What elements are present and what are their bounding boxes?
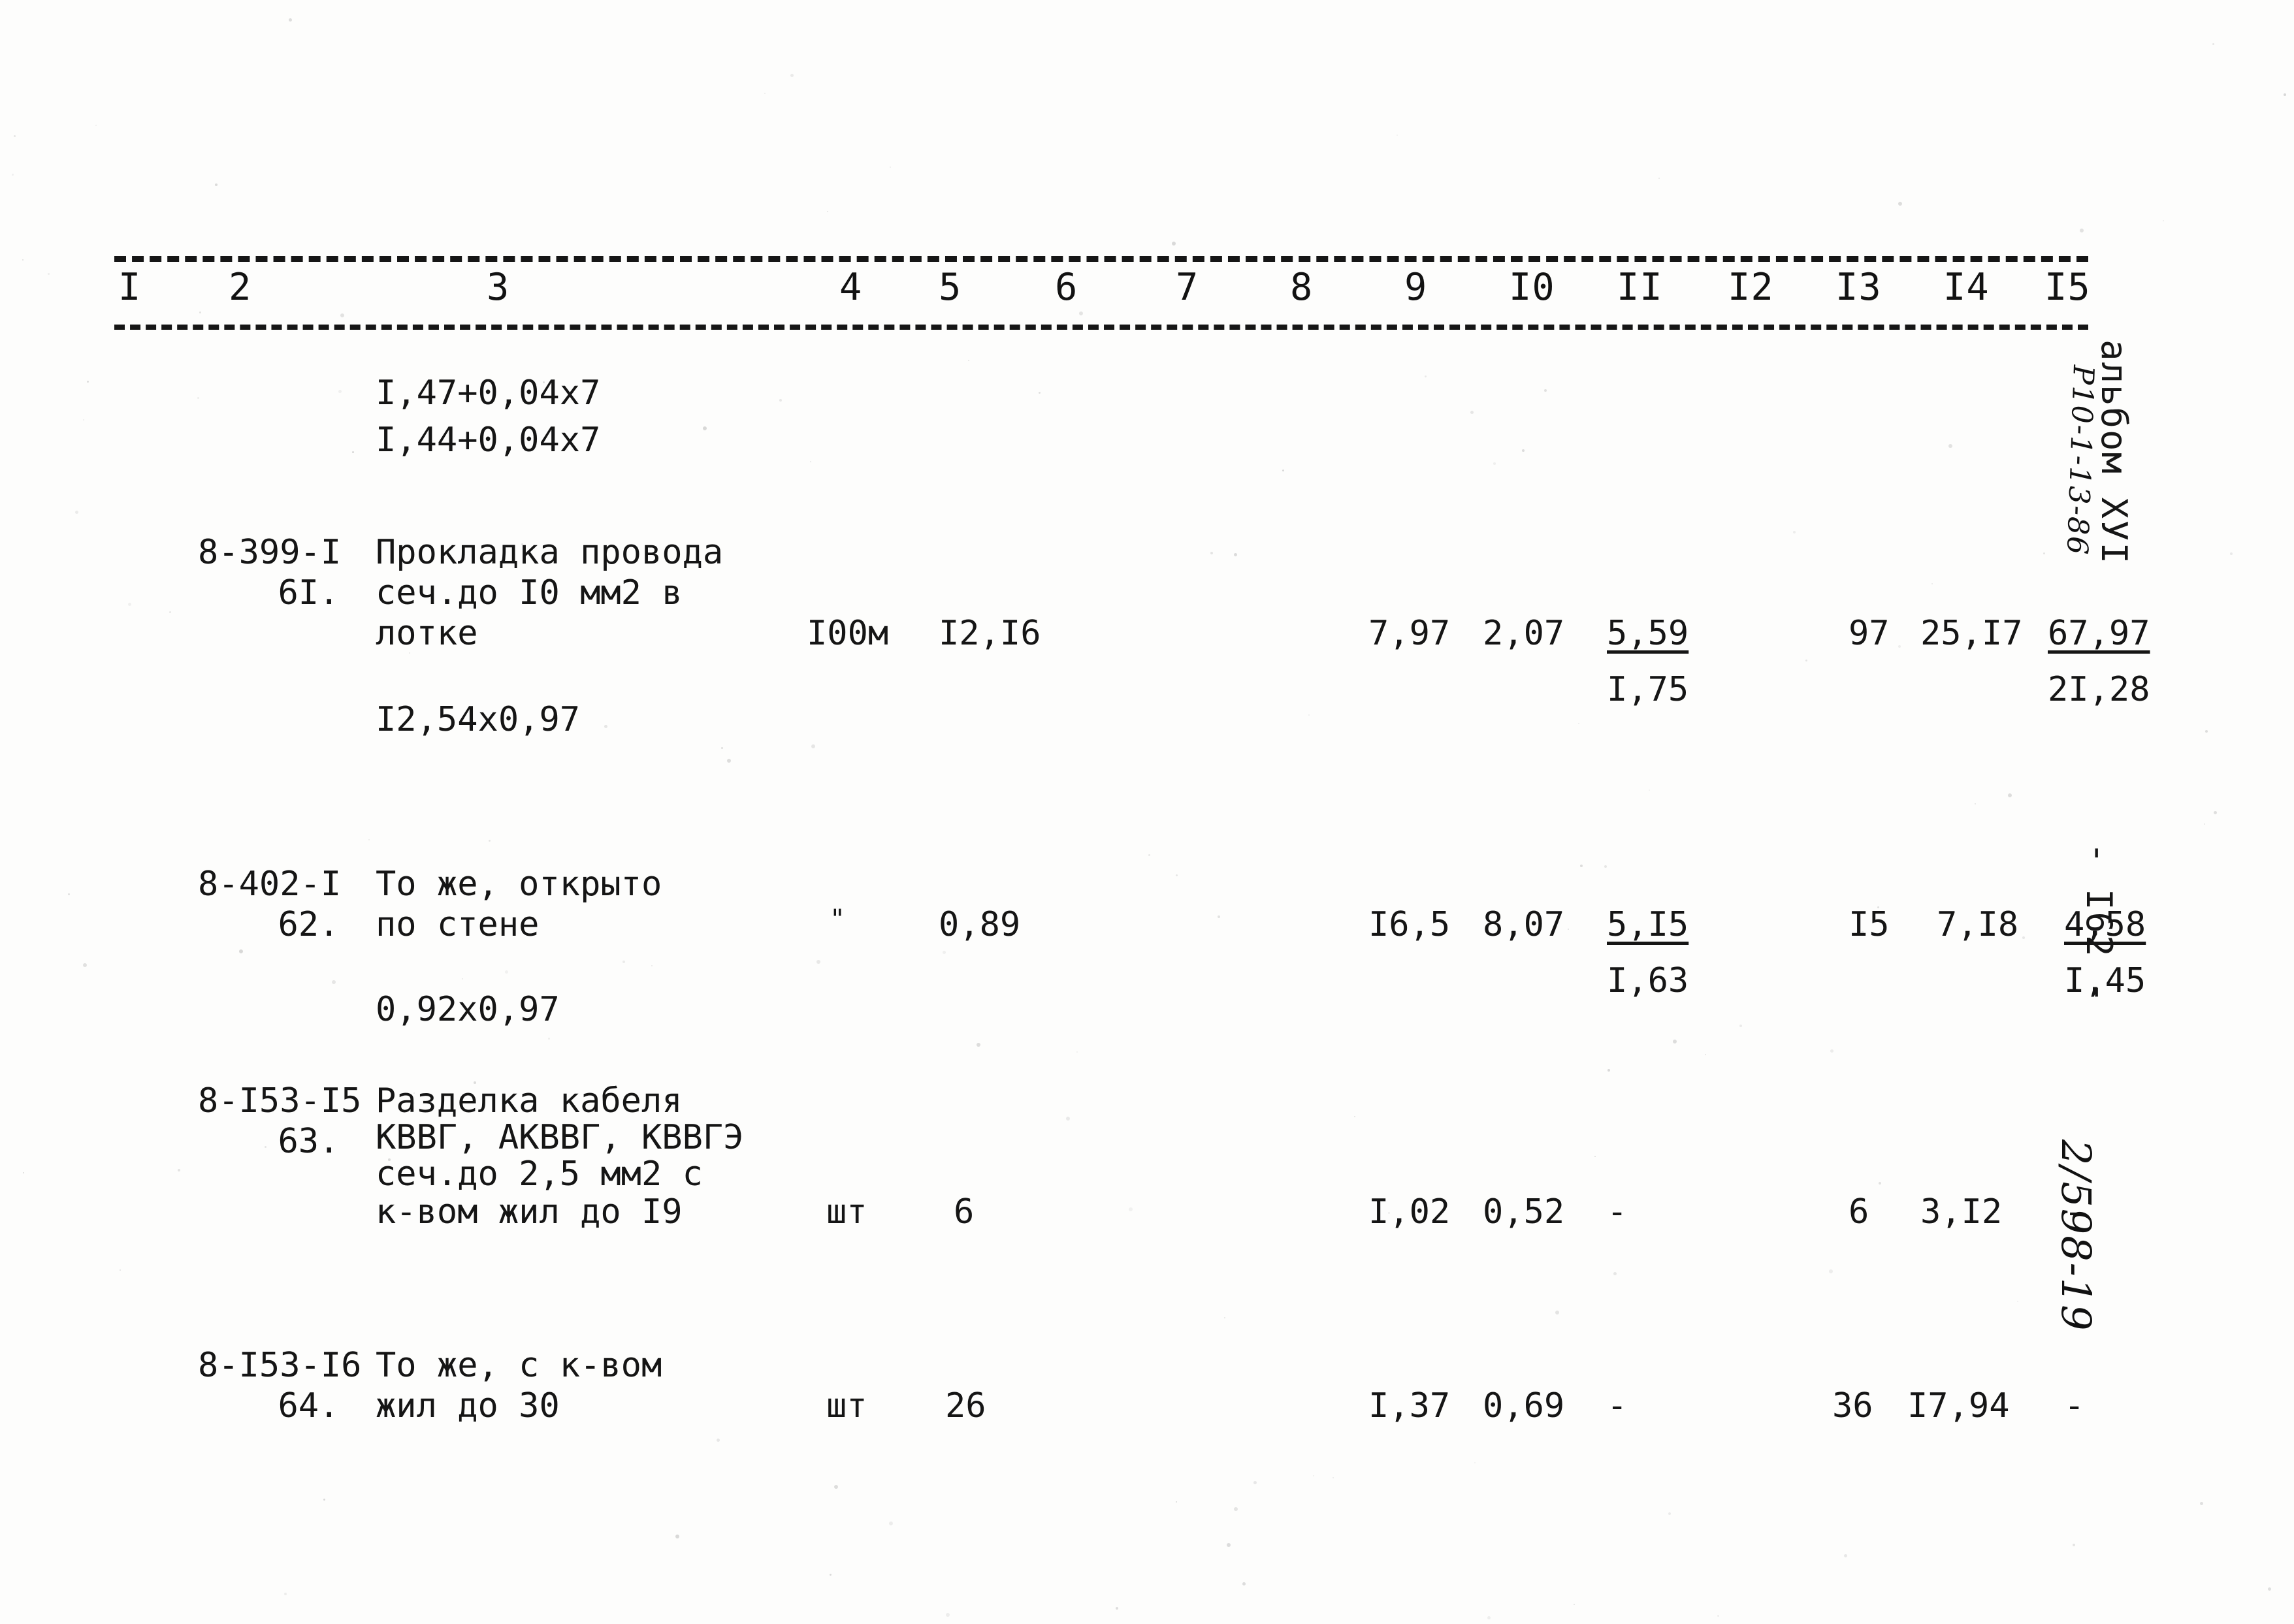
row-col9: I,37 [1368,1386,1451,1425]
column-header-14: I4 [1943,266,1990,309]
album-handwritten-code: Р10-1-13-86 [2060,364,2100,556]
row-col10: 0,69 [1483,1386,1565,1425]
column-header-7: 7 [1176,266,1199,309]
row-col14: 7,I8 [1937,905,2019,944]
row-col10: 2,07 [1483,614,1565,653]
row-col13: 36 [1832,1386,1873,1425]
row-col11-top: 5,59 [1607,614,1689,653]
row-col13: 6 [1849,1192,1869,1232]
row-col15-bottom: 2I,28 [2048,670,2150,709]
row-description-line: КВВГ, АКВВГ, КВВГЭ [376,1118,744,1157]
row-col14: 3,I2 [1920,1192,2003,1232]
row-quantity: I2,I6 [939,614,1041,653]
row-col14: 25,I7 [1920,614,2023,653]
column-header-3: 3 [487,266,510,309]
column-header-6: 6 [1055,266,1078,309]
row-quantity: 0,89 [939,905,1021,944]
column-header-13: I3 [1835,266,1882,309]
row-unit: шт [826,1192,867,1232]
row-unit: шт [826,1386,867,1425]
column-header-5: 5 [939,266,962,309]
row-description-line: То же, открыто [376,865,662,904]
row-col9: 7,97 [1368,614,1451,653]
scanned-page: I 2 3 4 5 6 7 8 9 I0 II I2 I3 I4 I5 I,47… [0,0,2294,1624]
archive-handwritten-number: 2/598-19 [2052,1139,2100,1332]
row-quantity: 26 [945,1386,986,1425]
table-body: I,47+0,04х7 I,44+0,04х7 6I. 8-399-I Прок… [114,336,2150,1624]
row-col13: 97 [1849,614,1890,653]
column-header-15: I5 [2044,266,2091,309]
row-number: 62. [278,905,340,944]
column-header-1: I [118,266,142,309]
row-description-line: к-вом жил до I9 [376,1192,683,1232]
row-col14: I7,94 [1907,1386,2010,1425]
row-description-line: То же, с к-вом [376,1346,662,1385]
row-col11-top: 5,I5 [1607,905,1689,944]
row-col15-top: 67,97 [2048,614,2150,653]
row-number: 63. [278,1122,340,1161]
row-code: 8-I53-I6 [198,1346,362,1385]
row-description-line: Разделка кабеля [376,1081,683,1121]
row-col9: I6,5 [1368,905,1451,944]
column-header-10: I0 [1509,266,1555,309]
row-code: 8-399-I [198,533,342,572]
column-header-4: 4 [839,266,863,309]
page-number: - I62 - [2078,842,2120,1005]
table-header-bottom-dashed-rule [114,325,2088,330]
row-code: 8-402-I [198,865,342,904]
row-description-line: по стене [376,905,540,944]
carryover-line-1: I,47+0,04х7 [376,374,601,413]
row-col15-top: - [2064,1386,2085,1425]
column-header-12: I2 [1728,266,1774,309]
row-description-line: лотке [376,614,478,653]
row-calculation: I2,54х0,97 [376,700,581,739]
row-description-line: Прокладка провода [376,533,724,572]
row-code: 8-I53-I5 [198,1081,362,1121]
row-quantity: 6 [954,1192,975,1232]
row-col10: 8,07 [1483,905,1565,944]
column-header-11: II [1617,266,1663,309]
row-col13: I5 [1849,905,1890,944]
row-unit: I00м [807,614,889,653]
row-calculation: 0,92х0,97 [376,990,560,1029]
row-description-line: сеч.до I0 мм2 в [376,573,683,613]
row-description-line: сеч.до 2,5 мм2 с [376,1154,703,1194]
column-header-9: 9 [1404,266,1428,309]
row-col11-bottom: I,75 [1607,670,1689,709]
carryover-line-2: I,44+0,04х7 [376,421,601,460]
row-col11-top: - [1607,1386,1628,1425]
row-col10: 0,52 [1483,1192,1565,1232]
table-column-header-row: I 2 3 4 5 6 7 8 9 I0 II I2 I3 I4 I5 [114,262,2091,325]
row-col9: I,02 [1368,1192,1451,1232]
row-col11-bottom: I,63 [1607,961,1689,1000]
row-description-line: жил до 30 [376,1386,560,1425]
column-header-8: 8 [1290,266,1314,309]
row-col11-top: - [1607,1192,1628,1232]
row-unit-ditto: " [830,904,846,934]
estimate-table: I 2 3 4 5 6 7 8 9 I0 II I2 I3 I4 I5 I,47… [114,256,2150,1624]
column-header-2: 2 [229,266,252,309]
row-number: 64. [278,1386,340,1425]
row-number: 6I. [278,573,340,613]
table-top-dashed-rule [114,256,2088,262]
